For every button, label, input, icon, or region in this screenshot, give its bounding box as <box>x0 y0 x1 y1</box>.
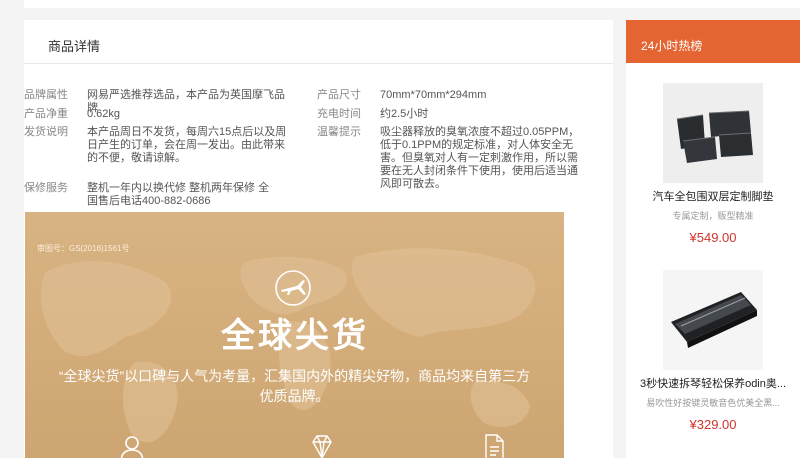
item-subtitle: 易吹性好按键灵敏音色优美全黑... <box>646 398 780 408</box>
attr-value: 吸尘器释放的臭氧浓度不超过0.05PPM，低于0.1PPM的规定标准，对人体安全… <box>380 126 580 190</box>
hot-list-panel: 24小时热榜 汽车全包围双层定制脚垫 专属定制，贩型精准 ¥549.00 3秒快… <box>626 20 800 458</box>
attr-key: 温馨提示 <box>317 126 361 138</box>
attr-key: 发货说明 <box>24 126 68 138</box>
attr-value: 约2.5小时 <box>380 108 429 120</box>
car-floor-mat-image[interactable] <box>663 83 763 183</box>
harmonica-image[interactable] <box>663 270 763 370</box>
attr-key: 保修服务 <box>24 182 68 194</box>
item-price: ¥549.00 <box>689 230 737 245</box>
item-name[interactable]: 汽车全包围双层定制脚垫 <box>626 188 800 204</box>
attr-key: 产品净重 <box>24 108 68 120</box>
attr-value: 本产品周日不发货，每周六15点后以及周日产生的订单，会在周一发出。由此带来的不便… <box>87 126 287 164</box>
global-goods-banner: 审图号：GS(2016)1561号 全球尖货 “全球尖货”以口碑与人气为考量，汇… <box>25 212 564 458</box>
detail-title: 商品详情 <box>24 20 613 64</box>
map-approval-number: 审图号：GS(2016)1561号 <box>37 244 130 253</box>
item-name[interactable]: 3秒快速拆琴轻松保养odin奥... <box>626 375 800 391</box>
attr-value: 70mm*70mm*294mm <box>380 89 487 101</box>
item-price: ¥329.00 <box>689 417 737 432</box>
attr-value: 整机一年内以换代修 整机两年保修 全国售后电话400-882-0686 <box>87 182 270 207</box>
item-subtitle: 专属定制，贩型精准 <box>672 211 754 221</box>
attr-key: 产品尺寸 <box>317 89 361 101</box>
diamond-icon <box>312 435 332 458</box>
banner-title: 全球尖货 <box>221 317 369 355</box>
hot-list-title: 24小时热榜 <box>626 20 800 63</box>
globe-plane-icon <box>275 270 311 306</box>
top-strip <box>24 0 800 8</box>
user-icon <box>120 436 144 458</box>
document-icon <box>485 434 504 458</box>
banner-description: “全球尖货”以口碑与人气为考量，汇集国内外的精尖好物，商品均来自第三方优质品牌。 <box>58 368 531 404</box>
attr-key: 充电时间 <box>317 108 361 120</box>
attr-key: 品牌属性 <box>24 89 68 101</box>
attr-value: 0.62kg <box>87 108 121 120</box>
